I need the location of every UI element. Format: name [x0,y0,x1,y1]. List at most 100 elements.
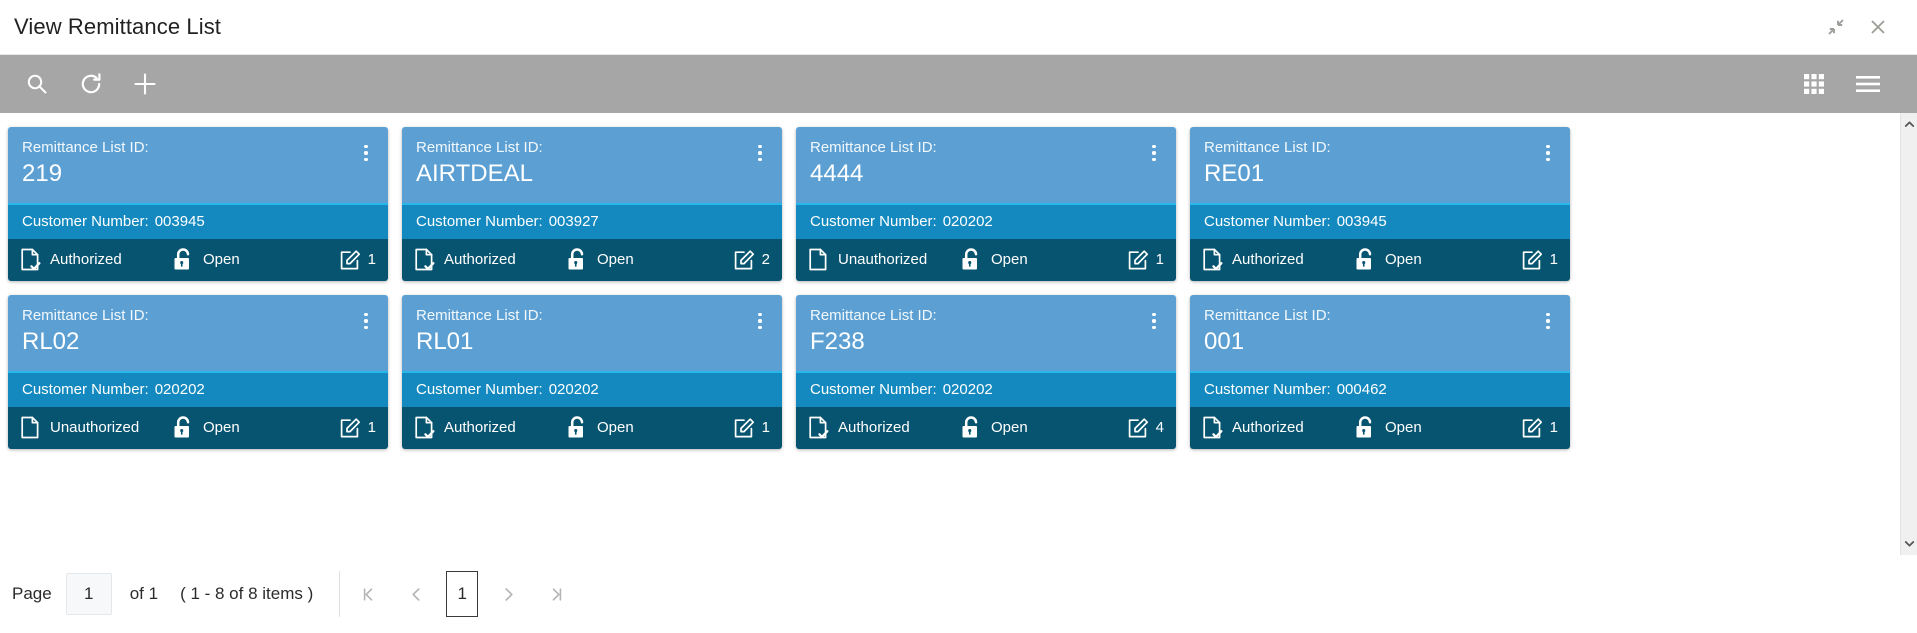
kebab-menu-icon[interactable] [356,141,376,165]
customer-number-value: 003945 [1336,213,1387,230]
previous-page-icon[interactable] [396,572,436,616]
edit-square-icon[interactable] [733,417,755,439]
authorization-status-label: Authorized [838,419,910,436]
remittance-list-id-value: AIRTDEAL [416,160,533,187]
restore-down-icon[interactable] [1815,6,1857,48]
record-lock-status-label: Open [597,251,634,268]
document-check-icon [414,416,435,439]
record-lock-status: Open [1354,248,1521,271]
grid-view-icon[interactable] [1787,57,1841,111]
remittance-list-id-value: RL02 [22,328,80,355]
record-lock-status: Open [566,416,733,439]
item-range-label: ( 1 - 8 of 8 items ) [180,584,314,603]
pagination-bar: Page 1 of 1 ( 1 - 8 of 8 items ) 1 [0,555,1917,633]
edit-square-icon[interactable] [339,417,361,439]
edit-square-icon[interactable] [339,249,361,271]
customer-number-value: 020202 [942,381,993,398]
card-header: Remittance List ID: AIRTDEAL [402,127,782,203]
edit-square-icon[interactable] [1521,417,1543,439]
customer-number-label: Customer Number: [1204,381,1331,398]
modification-count[interactable]: 1 [1521,417,1558,439]
vertical-scrollbar[interactable] [1900,113,1917,555]
kebab-menu-icon[interactable] [750,309,770,333]
modification-count-value: 1 [1155,251,1164,268]
card-status-footer: Authorized Open 1 [402,407,782,449]
hamburger-menu-icon[interactable] [1841,57,1895,111]
authorization-status-label: Authorized [1232,419,1304,436]
search-icon[interactable] [10,57,64,111]
remittance-card[interactable]: Remittance List ID: RL01 Customer Number: 0… [402,295,782,449]
card-scroll-region: Remittance List ID: 219 Customer Number: 00… [0,113,1900,555]
customer-number-row: Customer Number: 020202 [402,371,782,407]
record-lock-status-label: Open [991,251,1028,268]
unlock-icon [960,416,982,439]
page-number-input[interactable]: 1 [65,573,112,615]
unlock-icon [172,416,194,439]
kebab-menu-icon[interactable] [1538,141,1558,165]
pagination-divider [339,571,341,617]
authorization-status: Authorized [414,416,566,439]
kebab-menu-icon[interactable] [1144,309,1164,333]
kebab-menu-icon[interactable] [356,309,376,333]
view-remittance-list-window: View Remittance List Remittance List ID:… [0,0,1917,633]
record-lock-status: Open [566,248,733,271]
kebab-menu-icon[interactable] [1538,309,1558,333]
customer-number-row: Customer Number: 020202 [796,371,1176,407]
first-page-icon[interactable] [348,572,388,616]
remittance-card[interactable]: Remittance List ID: 219 Customer Number: 00… [8,127,388,281]
edit-square-icon[interactable] [1127,417,1149,439]
edit-square-icon[interactable] [733,249,755,271]
current-page-button[interactable]: 1 [446,571,479,617]
record-lock-status: Open [172,416,339,439]
chevron-up-icon[interactable] [1901,116,1917,133]
customer-number-label: Customer Number: [810,381,937,398]
authorization-status: Authorized [20,248,172,271]
add-icon[interactable] [118,57,172,111]
remittance-list-id-value: 219 [22,160,63,187]
remittance-card[interactable]: Remittance List ID: RL02 Customer Number: 0… [8,295,388,449]
authorization-status-label: Unauthorized [50,419,140,436]
modification-count[interactable]: 1 [1521,249,1558,271]
remittance-card[interactable]: Remittance List ID: RE01 Customer Number: 0… [1190,127,1570,281]
remittance-card[interactable]: Remittance List ID: F238 Customer Number: 0… [796,295,1176,449]
page-label: Page [12,584,52,603]
refresh-icon[interactable] [64,57,118,111]
customer-number-label: Customer Number: [416,381,543,398]
remittance-card[interactable]: Remittance List ID: AIRTDEAL Customer Numb… [402,127,782,281]
kebab-menu-icon[interactable] [1144,141,1164,165]
unlock-icon [172,248,194,271]
remittance-list-id-value: RL01 [416,328,474,355]
card-header: Remittance List ID: RE01 [1190,127,1570,203]
edit-square-icon[interactable] [1521,249,1543,271]
remittance-list-id-value: F238 [810,328,865,355]
card-status-footer: Authorized Open 1 [8,239,388,281]
card-header: Remittance List ID: F238 [796,295,1176,371]
customer-number-value: 020202 [548,381,599,398]
close-icon[interactable] [1857,6,1899,48]
next-page-icon[interactable] [488,572,528,616]
customer-number-value: 000462 [1336,381,1387,398]
last-page-icon[interactable] [536,572,576,616]
remittance-list-id-label: Remittance List ID: [1204,139,1331,156]
modification-count[interactable]: 2 [733,249,770,271]
modification-count[interactable]: 1 [733,417,770,439]
content-area: Remittance List ID: 219 Customer Number: 00… [0,113,1917,555]
modification-count[interactable]: 1 [339,249,376,271]
kebab-menu-icon[interactable] [750,141,770,165]
document-check-icon [1202,416,1223,439]
record-lock-status: Open [960,248,1127,271]
chevron-down-icon[interactable] [1901,535,1917,552]
edit-square-icon[interactable] [1127,249,1149,271]
modification-count-value: 2 [761,251,770,268]
modification-count[interactable]: 4 [1127,417,1164,439]
remittance-card[interactable]: Remittance List ID: 4444 Customer Number: 0… [796,127,1176,281]
modification-count-value: 1 [1549,419,1558,436]
remittance-card[interactable]: Remittance List ID: 001 Customer Number: 00… [1190,295,1570,449]
modification-count[interactable]: 1 [339,417,376,439]
record-lock-status-label: Open [597,419,634,436]
customer-number-label: Customer Number: [416,213,543,230]
modification-count[interactable]: 1 [1127,249,1164,271]
customer-number-row: Customer Number: 003927 [402,203,782,239]
authorization-status: Unauthorized [20,416,172,439]
scrollbar-thumb[interactable] [1901,135,1917,533]
